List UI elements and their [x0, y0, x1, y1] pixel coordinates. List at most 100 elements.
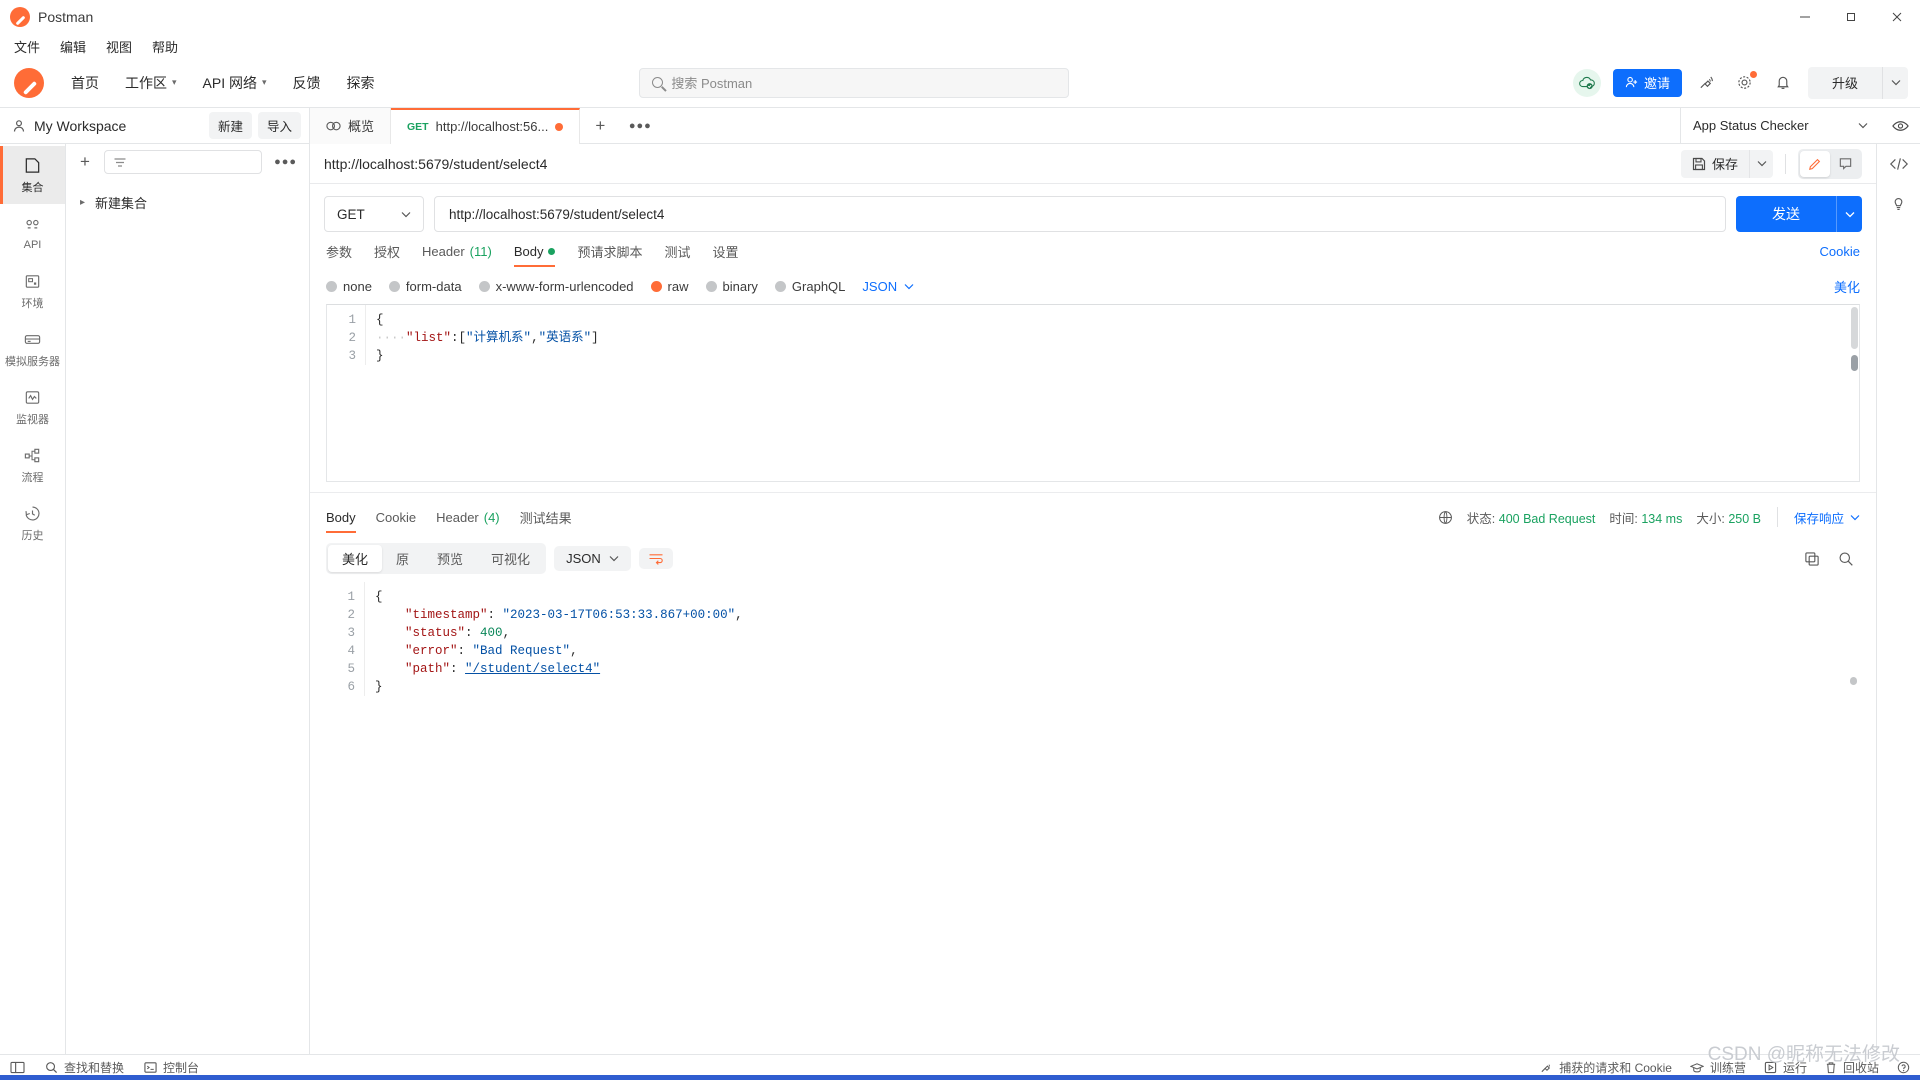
close-button[interactable] — [1874, 0, 1920, 34]
request-editor-scroll-thumb[interactable] — [1851, 355, 1858, 371]
collection-item[interactable]: ▸ 新建集合 — [66, 188, 309, 217]
postman-brand-icon[interactable] — [14, 67, 44, 98]
request-body-editor[interactable]: 1 2 3 { ····"list":["计算机系","英语系"] } — [326, 304, 1860, 482]
sidebar-add-button[interactable]: + — [74, 152, 96, 172]
body-type-graphql[interactable]: GraphQL — [774, 279, 845, 294]
body-type-urlencoded[interactable]: x-www-form-urlencoded — [478, 279, 634, 294]
trash-icon — [1826, 1062, 1836, 1074]
save-options-button[interactable] — [1749, 149, 1773, 178]
url-input[interactable]: http://localhost:5679/student/select4 — [434, 196, 1726, 232]
send-options-button[interactable] — [1836, 196, 1862, 232]
request-tab-body[interactable]: Body — [513, 244, 556, 267]
import-button[interactable]: 导入 — [257, 112, 301, 139]
global-search[interactable]: 搜索 Postman — [639, 67, 1070, 98]
response-body-viewer[interactable]: 1 2 3 4 5 6 { "timestamp": "2023-03-17T0… — [326, 582, 1860, 1054]
nav-api-network[interactable]: API 网络 ▾ — [190, 67, 280, 99]
sidebar-filter-input[interactable] — [104, 150, 263, 174]
find-replace-button[interactable]: 查找和替换 — [45, 1059, 124, 1076]
comment-mode-button[interactable] — [1830, 151, 1860, 177]
request-tab-tests[interactable]: 测试 — [664, 242, 690, 269]
tab-overview[interactable]: 概览 — [310, 107, 392, 144]
request-tab-prerequest[interactable]: 预请求脚本 — [577, 242, 642, 269]
response-tab-cookie[interactable]: Cookie — [376, 510, 416, 533]
response-scrollbar[interactable] — [1850, 677, 1857, 685]
rail-item-flows[interactable]: 流程 — [0, 436, 65, 494]
sync-status-icon[interactable] — [1572, 68, 1601, 97]
request-tab-params[interactable]: 参数 — [326, 242, 352, 269]
body-type-form-data[interactable]: form-data — [388, 279, 462, 294]
nav-feedback[interactable]: 反馈 — [280, 67, 334, 99]
new-tab-button[interactable]: + — [580, 108, 620, 144]
maximize-button[interactable] — [1828, 0, 1874, 34]
request-tab-headers-badge: (11) — [469, 244, 492, 259]
wrap-lines-button[interactable] — [638, 548, 673, 569]
save-button[interactable]: 保存 — [1680, 149, 1749, 178]
nav-workspaces[interactable]: 工作区 ▾ — [112, 67, 190, 99]
minimize-button[interactable] — [1782, 0, 1828, 34]
new-button[interactable]: 新建 — [208, 112, 252, 139]
postman-logo-icon — [10, 7, 30, 27]
response-tab-test-results[interactable]: 测试结果 — [520, 508, 572, 535]
rail-item-environments[interactable]: 环境 — [0, 262, 65, 320]
tab-options-icon[interactable]: ●●● — [620, 108, 660, 144]
copy-button[interactable] — [1804, 551, 1820, 567]
search-response-button[interactable] — [1838, 551, 1854, 567]
rail-item-monitors[interactable]: 监视器 — [0, 378, 65, 436]
http-method-select[interactable]: GET — [324, 196, 424, 232]
save-response-button[interactable]: 保存响应 — [1794, 508, 1860, 527]
documentation-button[interactable] — [1889, 194, 1908, 213]
body-type-raw[interactable]: raw — [650, 279, 689, 294]
satellite-icon[interactable] — [1694, 70, 1720, 96]
gear-icon[interactable] — [1732, 70, 1758, 96]
menu-file[interactable]: 文件 — [6, 35, 48, 58]
beautify-link[interactable]: 美化 — [1834, 277, 1860, 296]
rail-item-collections[interactable]: 集合 — [0, 146, 65, 204]
nav-home[interactable]: 首页 — [58, 67, 112, 99]
response-view-preview[interactable]: 预览 — [423, 545, 477, 572]
response-tab-headers[interactable]: Header (4) — [436, 510, 500, 533]
invite-button[interactable]: 邀请 — [1612, 68, 1682, 97]
rail-item-mock-servers[interactable]: 模拟服务器 — [0, 320, 65, 378]
response-view-pretty[interactable]: 美化 — [328, 545, 383, 572]
request-tab-authorization[interactable]: 授权 — [374, 242, 400, 269]
environment-quick-look-button[interactable] — [1880, 120, 1920, 132]
environment-selector[interactable]: App Status Checker — [1680, 107, 1880, 144]
bootcamp-button[interactable]: 训练营 — [1689, 1059, 1746, 1076]
rail-item-api[interactable]: API — [0, 204, 65, 262]
tab-request[interactable]: GET http://localhost:56... — [391, 107, 581, 144]
rail-item-history[interactable]: 历史 — [0, 494, 65, 552]
response-format-select[interactable]: JSON — [554, 546, 631, 571]
sidebar-options-icon[interactable]: ●●● — [270, 156, 301, 168]
request-tab-headers[interactable]: Header (11) — [422, 244, 492, 267]
nav-explore[interactable]: 探索 — [334, 67, 388, 99]
body-format-select[interactable]: JSON — [862, 279, 914, 294]
sidebar: + ●●● ▸ 新建集合 — [66, 144, 310, 1054]
response-view-visualize[interactable]: 可视化 — [477, 545, 544, 572]
body-type-binary[interactable]: binary — [705, 279, 758, 294]
menu-view[interactable]: 视图 — [98, 35, 140, 58]
response-view-raw[interactable]: 原 — [382, 545, 423, 572]
body-type-none[interactable]: none — [326, 279, 372, 294]
capture-requests-button[interactable]: 捕获的请求和 Cookie — [1540, 1059, 1672, 1076]
runner-button[interactable]: 运行 — [1764, 1059, 1807, 1076]
code-snippet-button[interactable] — [1889, 156, 1909, 172]
menu-help[interactable]: 帮助 — [144, 35, 186, 58]
taskbar-accent — [0, 1075, 1920, 1080]
trash-button[interactable]: 回收站 — [1825, 1059, 1879, 1076]
body-type-row: none form-data x-www-form-urlencoded raw… — [310, 269, 1876, 304]
bell-icon[interactable] — [1770, 70, 1796, 96]
send-button[interactable]: 发送 — [1736, 196, 1836, 232]
edit-mode-button[interactable] — [1800, 150, 1830, 177]
request-tab-settings[interactable]: 设置 — [713, 242, 739, 269]
sidebar-toggle-button[interactable] — [10, 1061, 25, 1074]
menu-edit[interactable]: 编辑 — [52, 35, 94, 58]
cookies-link[interactable]: Cookie — [1820, 244, 1860, 267]
help-button[interactable] — [1897, 1061, 1910, 1074]
chevron-down-icon — [1850, 514, 1860, 520]
upgrade-caret-icon[interactable] — [1882, 66, 1908, 99]
workspace-selector[interactable]: My Workspace 新建 导入 — [0, 107, 310, 144]
console-button[interactable]: 控制台 — [144, 1059, 199, 1076]
upgrade-button[interactable]: 升级 — [1807, 66, 1882, 99]
response-tab-body[interactable]: Body — [326, 510, 356, 533]
request-editor-scrollbar[interactable] — [1851, 307, 1858, 349]
